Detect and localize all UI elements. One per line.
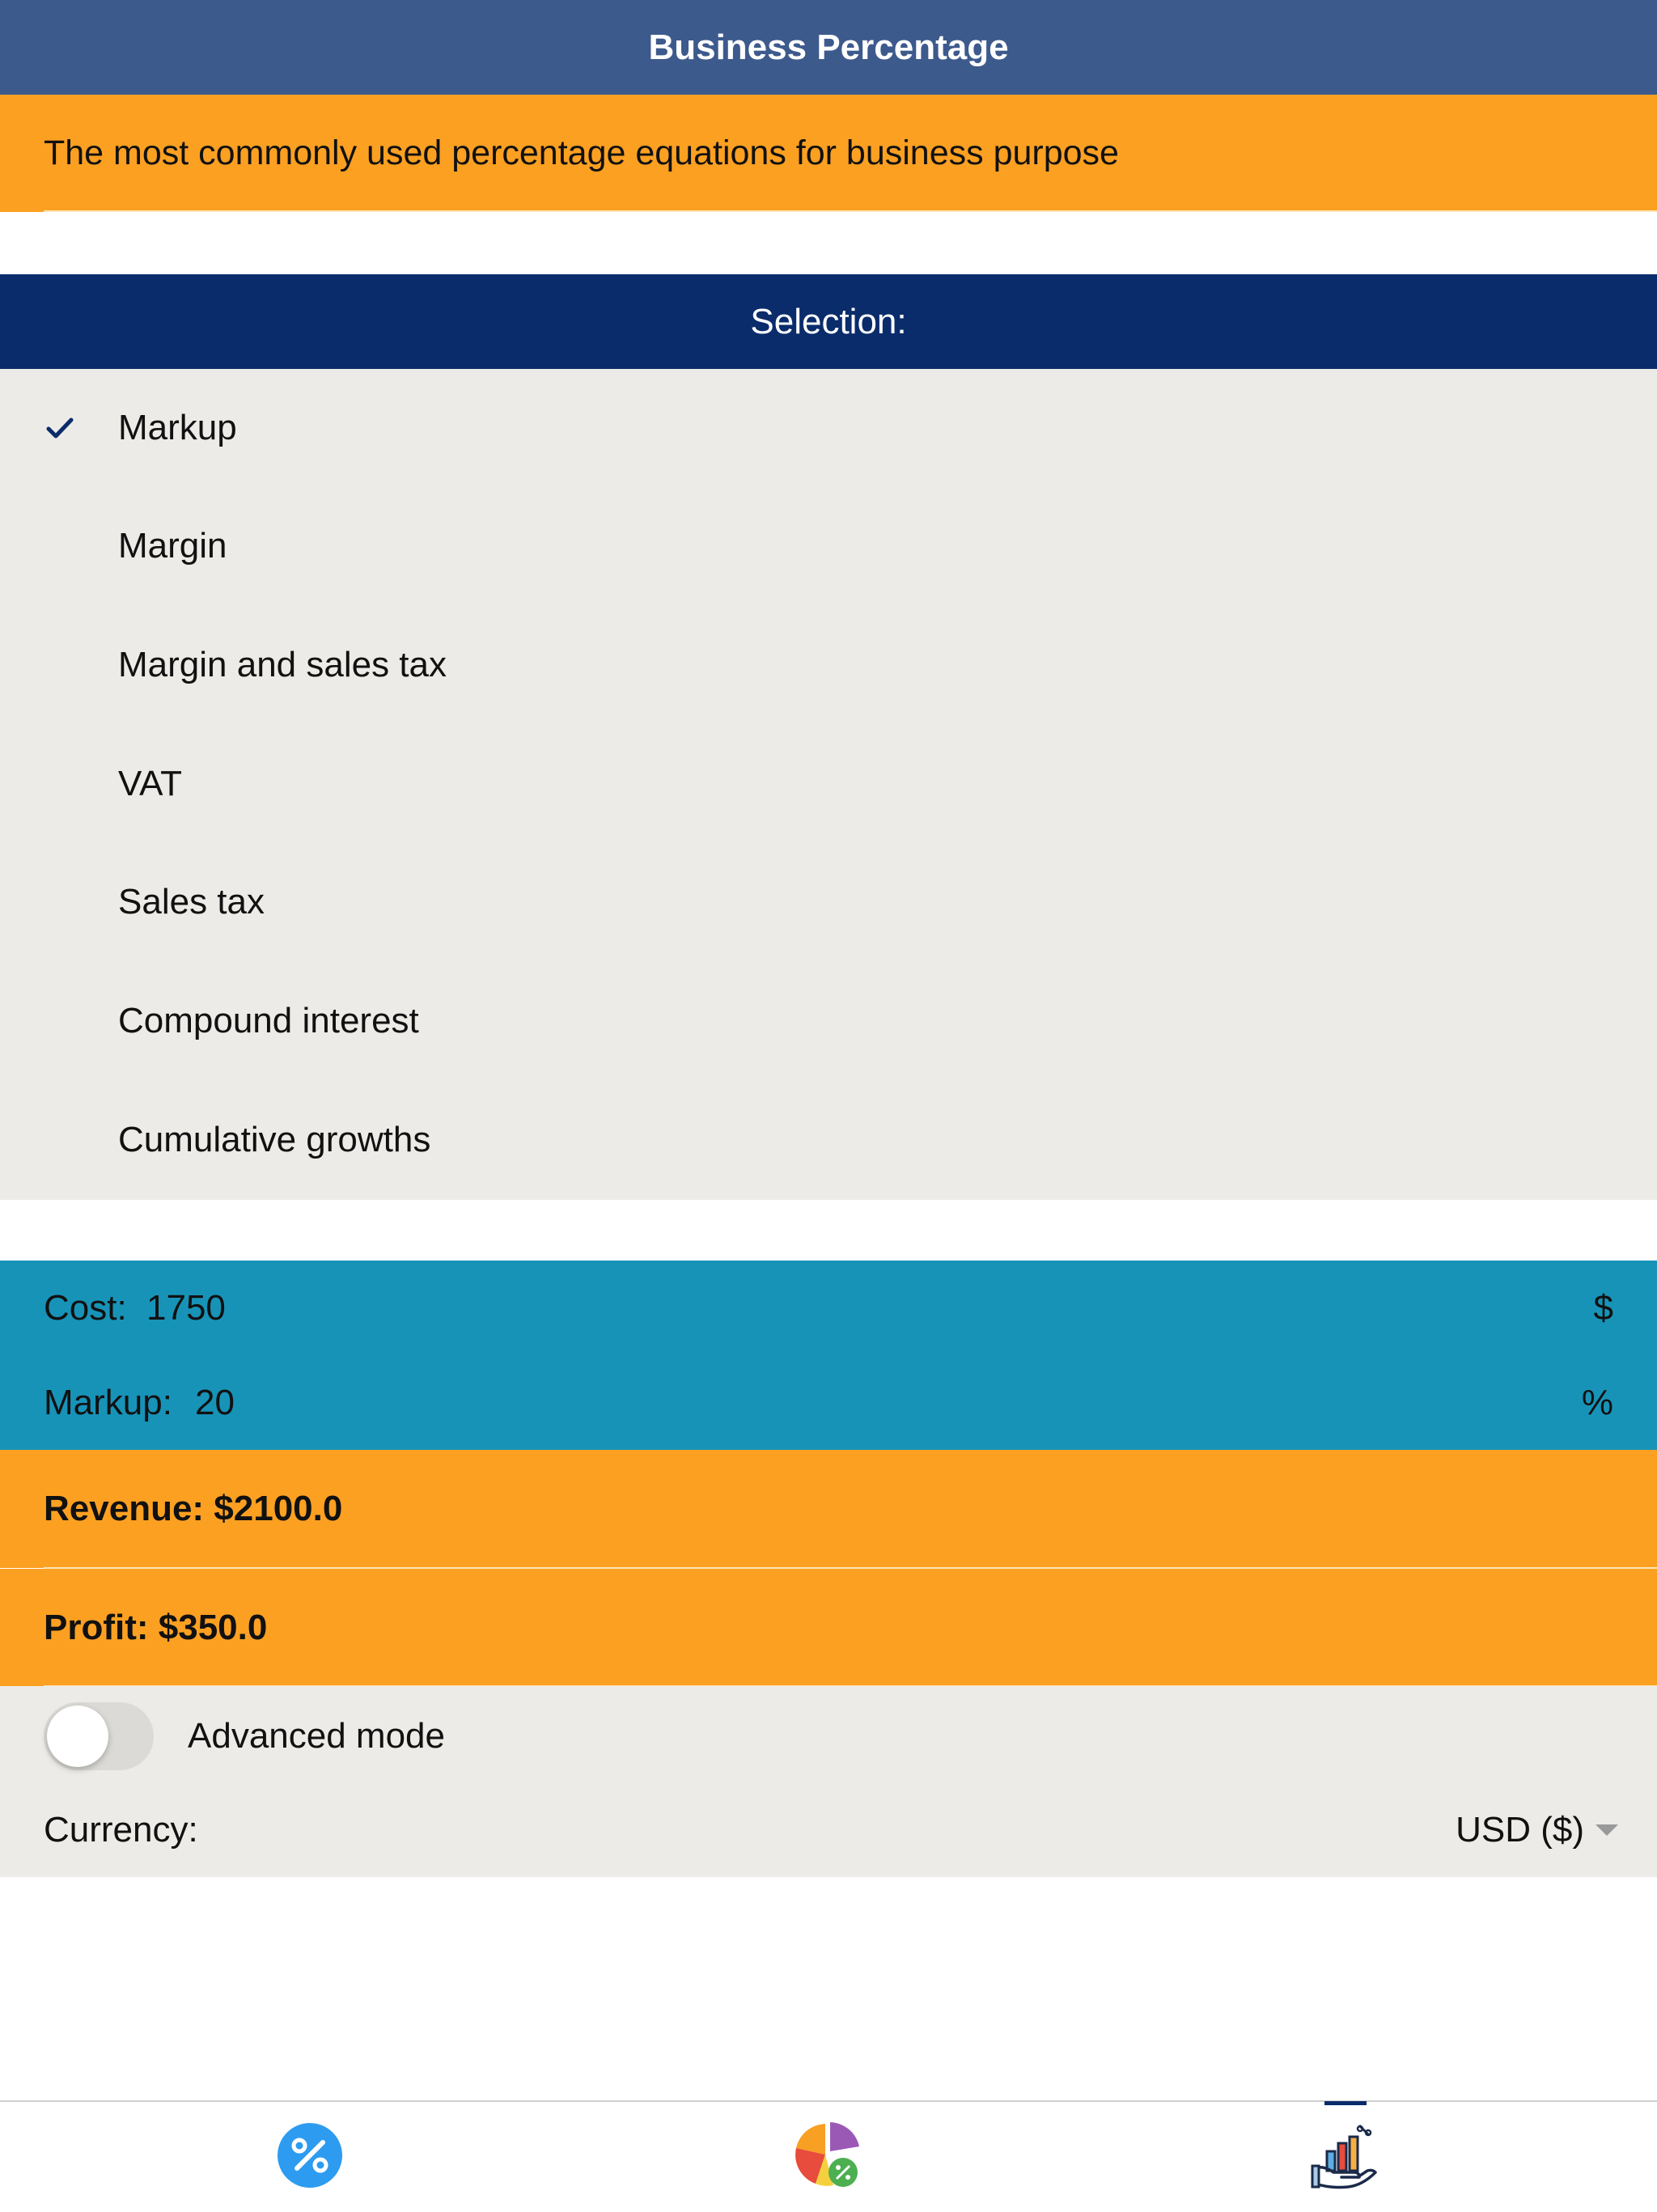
option-label: Margin	[118, 526, 227, 566]
option-label: Margin and sales tax	[118, 645, 447, 684]
option-vat[interactable]: VAT	[0, 725, 1657, 843]
profit-text: Profit: $350.0	[44, 1608, 268, 1647]
option-label: Cumulative growths	[118, 1120, 431, 1159]
toggle-knob	[47, 1706, 108, 1767]
business-chart-hand-icon	[1309, 2119, 1382, 2196]
description-text: The most commonly used percentage equati…	[44, 133, 1119, 172]
option-sales-tax[interactable]: Sales tax	[0, 843, 1657, 961]
option-cumulative-growths[interactable]: Cumulative growths	[0, 1081, 1657, 1199]
divider	[44, 210, 1657, 212]
markup-field[interactable]: Markup: 20 %	[0, 1355, 1657, 1450]
tab-percentage-chart[interactable]	[747, 2102, 909, 2212]
app-title: Business Percentage	[648, 27, 1009, 67]
settings-panel: Advanced mode Currency: USD ($)	[0, 1686, 1657, 1877]
tab-bar	[0, 2100, 1657, 2212]
currency-label: Currency:	[44, 1810, 198, 1850]
cost-input[interactable]: 1750	[146, 1288, 226, 1328]
option-label: VAT	[118, 764, 183, 803]
currency-select[interactable]: USD ($)	[1456, 1810, 1584, 1850]
cost-label: Cost:	[44, 1287, 127, 1328]
option-compound-interest[interactable]: Compound interest	[0, 962, 1657, 1080]
selection-title: Selection:	[750, 301, 907, 341]
tab-percentage[interactable]	[229, 2102, 391, 2212]
active-tab-indicator	[1324, 2101, 1367, 2105]
calculation-type-list: Markup Margin Margin and sales tax VAT S…	[0, 369, 1657, 1200]
markup-input[interactable]: 20	[195, 1383, 235, 1423]
percent-icon	[276, 2121, 344, 2193]
revenue-result: Revenue: $2100.0	[0, 1450, 1657, 1568]
cost-field[interactable]: Cost: 1750 $	[0, 1261, 1657, 1355]
option-label: Sales tax	[118, 882, 265, 922]
option-markup[interactable]: Markup	[0, 369, 1657, 487]
cost-unit: $	[1593, 1287, 1613, 1328]
revenue-text: Revenue: $2100.0	[44, 1489, 343, 1528]
advanced-mode-toggle[interactable]	[44, 1702, 154, 1770]
app-title-bar: Business Percentage	[0, 0, 1657, 95]
profit-result: Profit: $350.0	[0, 1569, 1657, 1687]
option-margin-and-sales-tax[interactable]: Margin and sales tax	[0, 606, 1657, 724]
selection-header: Selection:	[0, 274, 1657, 369]
markup-unit: %	[1581, 1382, 1613, 1422]
tab-business-percentage[interactable]	[1265, 2102, 1426, 2212]
input-panel: Cost: 1750 $ Markup: 20 %	[0, 1261, 1657, 1450]
advanced-mode-label: Advanced mode	[188, 1716, 445, 1756]
option-label: Markup	[118, 408, 237, 447]
checkmark-icon	[44, 412, 76, 444]
description-banner: The most commonly used percentage equati…	[0, 95, 1657, 212]
option-label: Compound interest	[118, 1001, 419, 1040]
markup-label: Markup:	[44, 1382, 172, 1422]
option-margin[interactable]: Margin	[0, 487, 1657, 605]
pie-chart-percent-icon	[791, 2119, 864, 2196]
chevron-down-icon[interactable]	[1596, 1824, 1618, 1836]
